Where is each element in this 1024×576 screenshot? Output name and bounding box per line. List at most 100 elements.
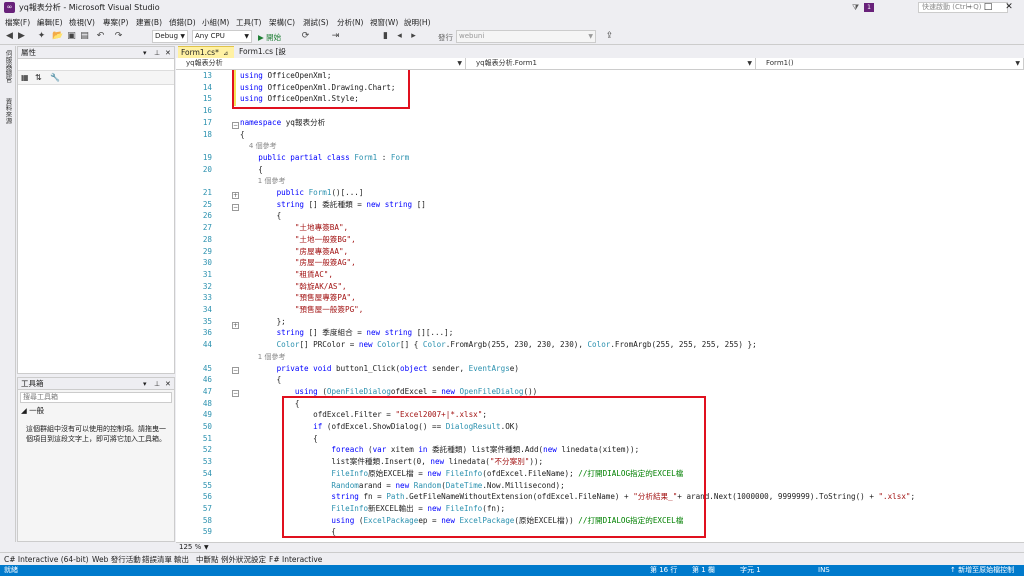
dropdown-icon[interactable]: ▾ [143,378,147,390]
bookmark-icon[interactable]: ▮ [380,31,391,42]
tab-form1-cs[interactable]: Form1.cs* ⊿ ✕ [178,46,234,70]
pin-icon[interactable]: ⊥ [154,378,160,390]
menu-build[interactable]: 建置(B) [136,17,162,28]
code-line[interactable]: 25 string [] 委託種類 = new string [] [176,199,1024,211]
save-icon[interactable]: ▣ [66,31,77,42]
collapse-method-icon[interactable]: − [232,367,239,374]
code-line[interactable]: 44 Color[] PRColor = new Color[] { Color… [176,339,1024,351]
code-line[interactable]: 17 namespace yq報表分析 [176,117,1024,129]
server-explorer-tab[interactable]: 伺服器總管 [3,50,13,83]
code-line[interactable]: 19 public partial class Form1 : Form [176,152,1024,164]
dropdown-icon[interactable]: ▾ [143,47,147,59]
code-line[interactable]: 1 個參考 [176,175,1024,187]
filter-icon[interactable]: ⧩ [852,3,861,12]
code-editor[interactable]: 13 using OfficeOpenXml; 14 using OfficeOpen… [176,70,1024,542]
menu-analyze[interactable]: 分析(N) [337,17,363,28]
code-line[interactable]: 20 { [176,164,1024,176]
menu-window[interactable]: 視窗(W) [370,17,398,28]
save-all-icon[interactable]: ▤ [79,31,90,42]
add-to-source-control-button[interactable]: ↑ 新增至原始檔控制 [950,565,1014,576]
code-line[interactable]: 45 private void button1_Click(object sen… [176,363,1024,375]
code-line[interactable]: 26 { [176,210,1024,222]
code-line[interactable]: 31 "租賃AC", [176,269,1024,281]
tab-output[interactable]: 輸出 [174,554,189,565]
menu-file[interactable]: 檔案(F) [5,17,30,28]
new-project-icon[interactable]: ✦ [36,31,47,42]
collapse-using-icon[interactable]: − [232,390,239,397]
properties-object-selector[interactable] [18,59,174,71]
start-button[interactable]: ▶ 開始 [258,32,281,43]
forward-icon[interactable]: ▶ [16,31,27,42]
menu-team[interactable]: 小組(M) [202,17,229,28]
menu-tools[interactable]: 工具(T) [236,17,261,28]
tab-exception-settings[interactable]: 例外狀況設定 [221,554,266,565]
collapse-namespace-icon[interactable]: − [232,122,239,129]
alphabetical-icon[interactable]: ⇅ [35,73,42,82]
toolbox-group-general[interactable]: ◢ 一般 [18,405,174,416]
collapse-array-icon[interactable]: − [232,204,239,211]
code-line[interactable]: 33 "預售屋專簽PA", [176,292,1024,304]
bookmark-prev-icon[interactable]: ◂ [394,31,405,42]
back-icon[interactable]: ◀ [4,31,15,42]
platform-dropdown[interactable]: Any CPU ▼ [192,30,252,43]
code-line[interactable]: 21 public Form1()[...] [176,187,1024,199]
undo-icon[interactable]: ↶ [95,31,106,42]
expand-array-icon[interactable]: + [232,322,239,329]
code-line[interactable]: 46 { [176,374,1024,386]
zoom-dropdown[interactable]: 125 % [179,543,201,552]
tab-breakpoints[interactable]: 中斷點 [196,554,219,565]
reference-count-link[interactable]: 4 個參考 [240,142,277,150]
configuration-dropdown[interactable]: Debug ▼ [152,30,188,43]
code-line[interactable]: 1 個參考 [176,351,1024,363]
code-line[interactable]: 36 string [] 季度組合 = new string [][...]; [176,327,1024,339]
code-line[interactable]: 27 "土地專簽BA", [176,222,1024,234]
publish-icon[interactable]: ⇪ [604,31,615,42]
pin-icon[interactable]: ⊿ [223,50,228,57]
code-line[interactable]: 35 }; [176,316,1024,328]
menu-debug[interactable]: 偵錯(D) [169,17,196,28]
code-line[interactable]: 28 "土地一般簽BG", [176,234,1024,246]
notification-badge[interactable]: 1 [864,3,874,12]
tab-error-list[interactable]: 錯誤清單 [142,554,172,565]
toolbox-search-input[interactable]: 搜尋工具箱 [20,392,172,403]
code-line[interactable]: 18 { [176,129,1024,141]
code-line[interactable]: 32 "斡旋AK/AS", [176,281,1024,293]
menu-test[interactable]: 測試(S) [303,17,329,28]
close-icon[interactable]: ✕ [1002,1,1016,13]
code-line[interactable]: 30 "房屋一般簽AG", [176,257,1024,269]
menu-edit[interactable]: 編輯(E) [37,17,63,28]
pin-icon[interactable]: ⊥ [154,47,160,59]
expand-constructor-icon[interactable]: + [232,192,239,199]
class-dropdown[interactable]: yq報表分析.Form1 ▼ [466,58,756,69]
code-line[interactable]: 29 "房屋專簽AA", [176,246,1024,258]
property-pages-icon[interactable]: 🔧 [50,73,60,82]
close-icon[interactable]: ✕ [165,47,171,59]
step-over-icon[interactable]: ⇥ [330,31,341,42]
project-dropdown[interactable]: yq報表分析 ▼ [176,58,466,69]
bookmark-next-icon[interactable]: ▸ [408,31,419,42]
member-dropdown[interactable]: Form1() ▼ [756,58,1024,69]
chevron-down-icon[interactable]: ▼ [204,543,209,552]
redo-icon[interactable]: ↷ [113,31,124,42]
minimize-icon[interactable]: – [962,1,976,13]
tab-csharp-interactive[interactable]: C# Interactive (64-bit) [4,554,89,565]
browser-link-icon[interactable]: ⟳ [300,31,311,42]
menu-architecture[interactable]: 架構(C) [269,17,295,28]
code-line[interactable]: 34 "預售屋一般簽PG", [176,304,1024,316]
data-sources-tab[interactable]: 資料來源 [3,98,13,124]
categorized-icon[interactable]: ▦ [21,73,29,82]
reference-count-link[interactable]: 1 個參考 [240,177,286,185]
maximize-icon[interactable]: □ [981,1,995,13]
standard-toolbar: ◀ ▶ ✦ 📂 ▣ ▤ ↶ ↷ Debug ▼ Any CPU ▼ ▶ 開始 ⟳ ⇥… [0,28,1024,45]
menu-project[interactable]: 專案(P) [103,17,128,28]
tab-fsharp-interactive[interactable]: F# Interactive [269,554,322,565]
close-icon[interactable]: ✕ [165,378,171,390]
open-file-icon[interactable]: 📂 [52,31,63,42]
code-line[interactable]: 4 個參考 [176,140,1024,152]
tab-form1-designer[interactable]: Form1.cs [設計] [236,46,292,68]
menu-help[interactable]: 說明(H) [404,17,431,28]
menu-view[interactable]: 檢視(V) [69,17,95,28]
publish-target-dropdown[interactable]: webuni ▼ [456,30,596,43]
tab-web-publish-activity[interactable]: Web 發行活動 [92,554,141,565]
reference-count-link[interactable]: 1 個參考 [240,353,286,361]
